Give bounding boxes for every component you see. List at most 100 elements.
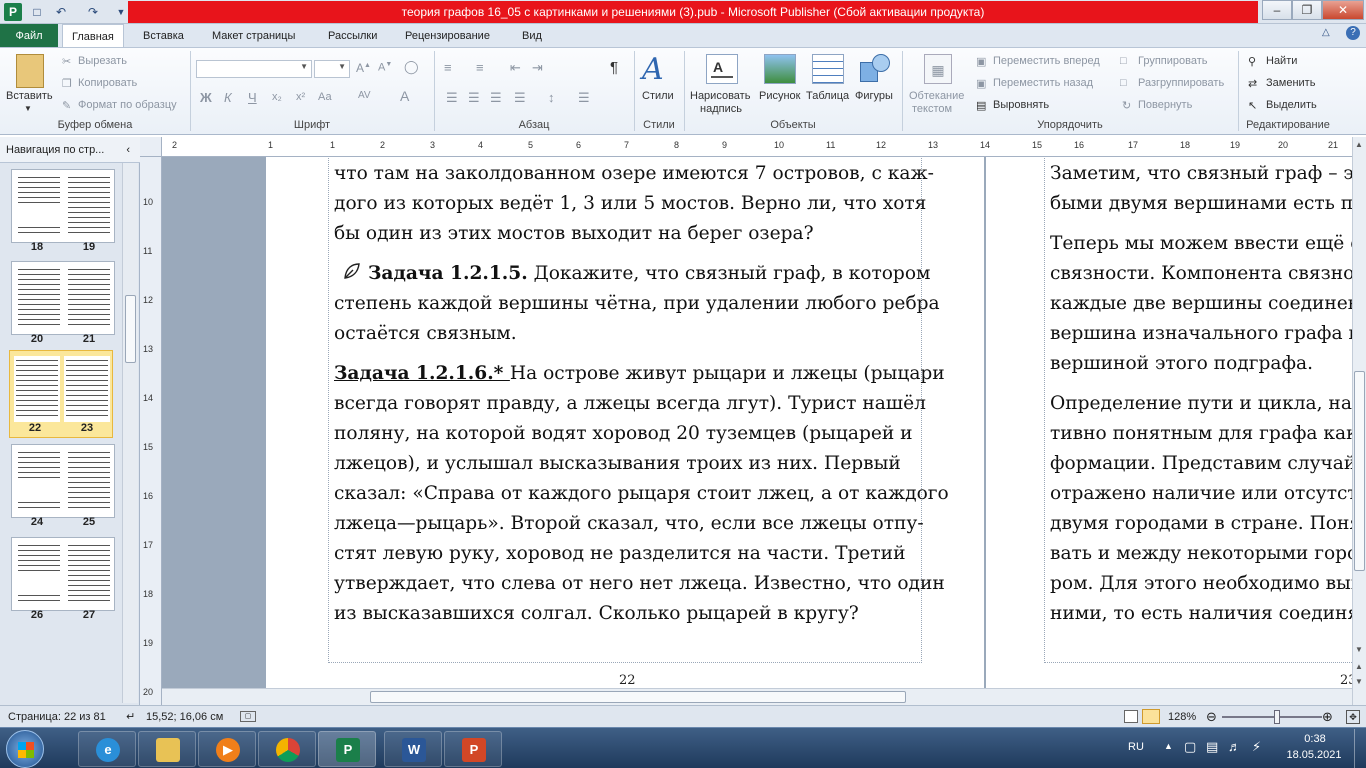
undo-icon[interactable]: ↶ [52, 3, 70, 21]
vertical-ruler[interactable]: 10 11 12 13 14 15 16 17 18 19 20 [140, 157, 162, 705]
font-size-combo[interactable]: ▼ [314, 60, 350, 78]
fit-page-icon[interactable]: ✥ [1346, 710, 1360, 724]
close-button[interactable]: ✕ [1322, 0, 1364, 20]
subscript-icon[interactable]: x₂ [272, 91, 282, 103]
clear-format-icon[interactable]: ◯ [404, 59, 419, 75]
collapse-pane-icon[interactable]: ‹ [126, 137, 130, 163]
select-icon[interactable]: ↖ [1248, 99, 1257, 112]
next-page-icon[interactable]: ▼ [1355, 677, 1363, 686]
ungroup-icon[interactable]: □ [1120, 77, 1127, 89]
two-page-view-icon[interactable] [1142, 709, 1160, 724]
tab-mailings[interactable]: Рассылки [319, 24, 386, 48]
copy-button[interactable]: Копировать [78, 77, 137, 89]
rotate-button[interactable]: Повернуть [1138, 99, 1192, 111]
taskbar-chrome[interactable] [258, 731, 316, 767]
grow-font-icon[interactable]: A▲ [356, 61, 371, 75]
nav-scrollbar[interactable] [122, 163, 138, 703]
zoom-in-icon[interactable]: ⊕ [1322, 706, 1333, 728]
find-icon[interactable]: ⚲ [1248, 55, 1256, 68]
nav-scroll-thumb[interactable] [125, 295, 136, 363]
ribbon-collapse-icon[interactable]: △ [1322, 27, 1330, 38]
table-button[interactable]: Таблица [806, 90, 849, 102]
bold-icon[interactable]: Ж [200, 90, 212, 105]
page-thumbnail[interactable] [11, 169, 115, 243]
horizontal-scroll-thumb[interactable] [370, 691, 906, 703]
align-objects-button[interactable]: Выровнять [993, 99, 1049, 111]
bring-forward-icon[interactable]: ▣ [976, 55, 986, 68]
paste-button[interactable]: Вставить [6, 90, 53, 102]
align-left-icon[interactable]: ☰ [446, 90, 458, 106]
line-spacing-icon[interactable]: ↕ [548, 90, 555, 105]
picture-icon[interactable] [764, 54, 796, 84]
underline-icon[interactable]: Ч [248, 90, 257, 105]
format-painter-icon[interactable]: ✎ [62, 99, 71, 112]
decrease-indent-icon[interactable]: ⇤ [510, 60, 521, 76]
bring-forward-button[interactable]: Переместить вперед [993, 55, 1100, 67]
increase-indent-icon[interactable]: ⇥ [532, 60, 543, 76]
vertical-scrollbar[interactable]: ▲ ▼ ▲ ▼ [1352, 137, 1366, 705]
page-thumbnail[interactable] [11, 444, 115, 518]
tab-view[interactable]: Вид [513, 24, 551, 48]
taskbar-media-player[interactable]: ▶ [198, 731, 256, 767]
ungroup-button[interactable]: Разгруппировать [1138, 77, 1224, 89]
paste-dropdown-icon[interactable]: ▼ [24, 104, 32, 113]
pilcrow-icon[interactable]: ¶ [610, 59, 618, 76]
numbering-icon[interactable]: ≡ [476, 60, 484, 75]
network-icon[interactable]: ▤ [1206, 739, 1218, 755]
vertical-scroll-thumb[interactable] [1354, 371, 1365, 571]
taskbar-ie[interactable]: e [78, 731, 136, 767]
align-objects-icon[interactable]: ▤ [976, 99, 986, 112]
clock-time[interactable]: 0:38 [1290, 733, 1340, 745]
save-icon[interactable]: □ [28, 3, 46, 21]
tray-device-icon[interactable]: ▢ [1184, 739, 1196, 755]
tab-review[interactable]: Рецензирование [396, 24, 499, 48]
page-thumbnail[interactable] [11, 537, 115, 611]
table-icon[interactable] [812, 54, 844, 84]
bullets-icon[interactable]: ≡ [444, 60, 452, 75]
taskbar-publisher[interactable]: P [318, 731, 376, 767]
start-button[interactable] [6, 730, 44, 768]
volume-icon[interactable]: ♬ [1228, 739, 1241, 754]
tab-file[interactable]: Файл [0, 24, 58, 48]
rotate-icon[interactable]: ↻ [1122, 99, 1131, 112]
superscript-icon[interactable]: x² [296, 91, 305, 103]
tray-arrow-icon[interactable]: ▲ [1164, 741, 1173, 751]
copy-icon[interactable]: ❐ [62, 77, 72, 90]
cut-icon[interactable]: ✂ [62, 55, 71, 68]
language-indicator[interactable]: RU [1128, 741, 1144, 753]
single-page-view-icon[interactable] [1124, 710, 1138, 723]
horizontal-scrollbar[interactable] [162, 688, 1352, 705]
replace-button[interactable]: Заменить [1266, 77, 1315, 89]
character-spacing-icon[interactable]: AV [358, 90, 371, 101]
tab-insert[interactable]: Вставка [134, 24, 193, 48]
group-icon[interactable]: □ [1120, 55, 1127, 67]
page-indicator[interactable]: Страница: 22 из 81 [8, 706, 106, 728]
styles-icon[interactable]: A [642, 54, 664, 86]
send-backward-icon[interactable]: ▣ [976, 77, 986, 90]
power-icon[interactable]: ⚡ [1252, 739, 1261, 755]
replace-icon[interactable]: ⇄ [1248, 77, 1257, 90]
zoom-slider-thumb[interactable] [1274, 710, 1280, 724]
page-22[interactable]: 22 что там на заколдованном озере имеютс… [266, 157, 984, 688]
select-button[interactable]: Выделить [1266, 99, 1317, 111]
draw-textbox-button[interactable]: Нарисовать [690, 90, 750, 102]
italic-icon[interactable]: К [224, 90, 232, 105]
change-case-icon[interactable]: Аа [318, 91, 332, 103]
align-right-icon[interactable]: ☰ [490, 90, 502, 106]
horizontal-ruler[interactable]: 2 1 1 2 3 4 5 6 7 8 9 10 11 12 13 14 15 16 17 18 19 20 21 [162, 137, 1352, 157]
shapes-button[interactable]: Фигуры [855, 90, 893, 102]
paragraph-spacing-icon[interactable]: ☰ [578, 90, 590, 106]
paste-icon[interactable] [16, 54, 44, 88]
maximize-button[interactable]: ❐ [1292, 0, 1322, 20]
previous-page-icon[interactable]: ▲ [1355, 662, 1363, 671]
redo-icon[interactable]: ↷ [84, 3, 102, 21]
textbox-icon[interactable]: A [706, 54, 738, 84]
tab-home[interactable]: Главная [62, 24, 124, 49]
page-23[interactable]: 23 Заметим, что связный граф – это быми д… [986, 157, 1352, 688]
scroll-up-icon[interactable]: ▲ [1355, 140, 1363, 149]
app-icon[interactable]: P [4, 3, 22, 21]
clock-date[interactable]: 18.05.2021 [1280, 749, 1348, 761]
font-name-combo[interactable]: ▼ [196, 60, 312, 78]
send-backward-button[interactable]: Переместить назад [993, 77, 1093, 89]
document-workspace[interactable]: 22 что там на заколдованном озере имеютс… [162, 157, 1352, 688]
